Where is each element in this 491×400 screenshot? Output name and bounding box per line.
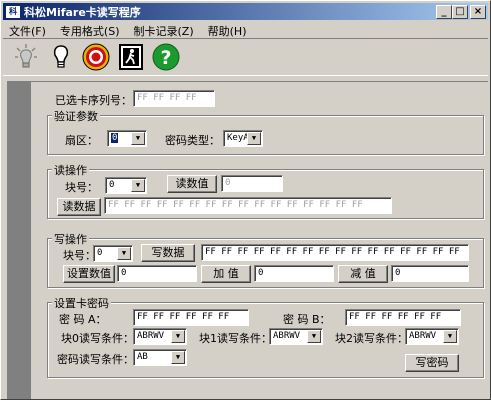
- read-value-button[interactable]: 读数值: [167, 175, 217, 193]
- write-block-value: 0: [97, 248, 103, 258]
- block0-cond-label: 块0读写条件：: [61, 332, 134, 345]
- keytype-label: 密码类型：: [165, 134, 220, 147]
- chevron-down-icon: ▼: [443, 330, 457, 343]
- block1-cond-label: 块1读写条件：: [199, 332, 272, 345]
- app-window: 科 科松Mifare卡读写程序 _ □ × 文件(F) 专用格式(S) 制卡记录…: [0, 0, 491, 400]
- password-cond-select[interactable]: AB ▼: [133, 349, 187, 366]
- chevron-down-icon: ▼: [171, 330, 185, 343]
- block2-cond-value: ABRWV: [409, 331, 437, 341]
- verify-group-title: 验证参数: [52, 108, 100, 124]
- menu-special-format[interactable]: 专用格式(S): [54, 21, 128, 38]
- add-value-field[interactable]: 0: [254, 265, 334, 282]
- sub-value-button[interactable]: 减 值: [338, 265, 388, 283]
- block0-cond-select[interactable]: ABRWV ▼: [133, 328, 187, 345]
- chevron-down-icon: ▼: [131, 132, 145, 145]
- close-button[interactable]: ×: [470, 5, 486, 19]
- chevron-down-icon: ▼: [171, 351, 185, 364]
- maximize-button[interactable]: □: [452, 5, 468, 19]
- sector-select[interactable]: 0 ▼: [107, 130, 147, 147]
- target-icon[interactable]: [81, 42, 111, 72]
- read-data-button[interactable]: 读数据: [57, 198, 101, 216]
- password-a-field[interactable]: FF FF FF FF FF FF: [133, 309, 249, 326]
- write-password-button[interactable]: 写密码: [405, 354, 459, 372]
- sector-value: 0: [111, 133, 119, 143]
- set-value-field[interactable]: 0: [117, 265, 197, 282]
- read-value-field[interactable]: 0: [221, 175, 283, 192]
- selected-card-label: 已选卡序列号：: [55, 94, 132, 107]
- chevron-down-icon: ▼: [247, 132, 261, 145]
- menu-bar: 文件(F) 专用格式(S) 制卡记录(Z) 帮助(H): [3, 21, 254, 38]
- block2-cond-select[interactable]: ABRWV ▼: [405, 328, 459, 345]
- write-data-field[interactable]: FF FF FF FF FF FF FF FF FF FF FF FF FF F…: [201, 244, 469, 261]
- minimize-button[interactable]: _: [436, 5, 452, 19]
- app-icon: 科: [6, 5, 20, 18]
- menu-card-record[interactable]: 制卡记录(Z): [128, 21, 202, 38]
- set-password-group-title: 设置卡密码: [52, 295, 111, 311]
- main-panel: 已选卡序列号： FF FF FF FF 验证参数 扇区： 0 ▼ 密码类型： K…: [31, 81, 488, 399]
- block2-cond-label: 块2读写条件：: [335, 332, 408, 345]
- exit-person-icon[interactable]: [116, 42, 146, 72]
- write-block-label: 块号：: [63, 249, 96, 262]
- title-bar[interactable]: 科 科松Mifare卡读写程序 _ □ ×: [3, 3, 488, 20]
- menu-file[interactable]: 文件(F): [3, 21, 54, 38]
- block0-cond-value: ABRWV: [137, 331, 165, 341]
- keytype-value: KeyA: [227, 133, 249, 143]
- password-a-label: 密 码 A：: [59, 313, 107, 326]
- svg-text:?: ?: [160, 47, 171, 69]
- light-bulb-off-icon[interactable]: [11, 42, 41, 72]
- write-data-button[interactable]: 写数据: [141, 244, 195, 262]
- password-b-field[interactable]: FF FF FF FF FF FF: [345, 309, 461, 326]
- set-value-button[interactable]: 设置数值: [63, 265, 115, 283]
- read-block-value: 0: [109, 180, 115, 190]
- menu-help[interactable]: 帮助(H): [202, 21, 255, 38]
- chevron-down-icon: ▼: [307, 330, 321, 343]
- toolbar: ?: [3, 38, 488, 76]
- write-block-select[interactable]: 0 ▼: [93, 245, 133, 262]
- password-cond-label: 密码读写条件：: [57, 353, 134, 366]
- read-block-select[interactable]: 0 ▼: [105, 177, 147, 194]
- chevron-down-icon: ▼: [131, 179, 145, 192]
- password-cond-value: AB: [137, 352, 148, 362]
- sector-label: 扇区：: [65, 134, 98, 147]
- window-title: 科松Mifare卡读写程序: [24, 5, 141, 19]
- sub-value-field[interactable]: 0: [391, 265, 469, 282]
- write-group-title: 写操作: [52, 231, 89, 247]
- read-block-label: 块号：: [65, 181, 98, 194]
- read-data-field[interactable]: FF FF FF FF FF FF FF FF FF FF FF FF FF F…: [104, 197, 392, 214]
- keytype-select[interactable]: KeyA ▼: [223, 130, 263, 147]
- block1-cond-select[interactable]: ABRWV ▼: [269, 328, 323, 345]
- password-b-label: 密 码 B：: [283, 313, 331, 326]
- block1-cond-value: ABRWV: [273, 331, 301, 341]
- add-value-button[interactable]: 加 值: [201, 265, 251, 283]
- chevron-down-icon: ▼: [117, 247, 131, 260]
- left-panel: [7, 81, 31, 399]
- selected-card-field[interactable]: FF FF FF FF: [133, 90, 215, 107]
- light-bulb-icon[interactable]: [46, 42, 76, 72]
- read-group-title: 读操作: [52, 162, 89, 178]
- help-icon[interactable]: ?: [151, 42, 181, 72]
